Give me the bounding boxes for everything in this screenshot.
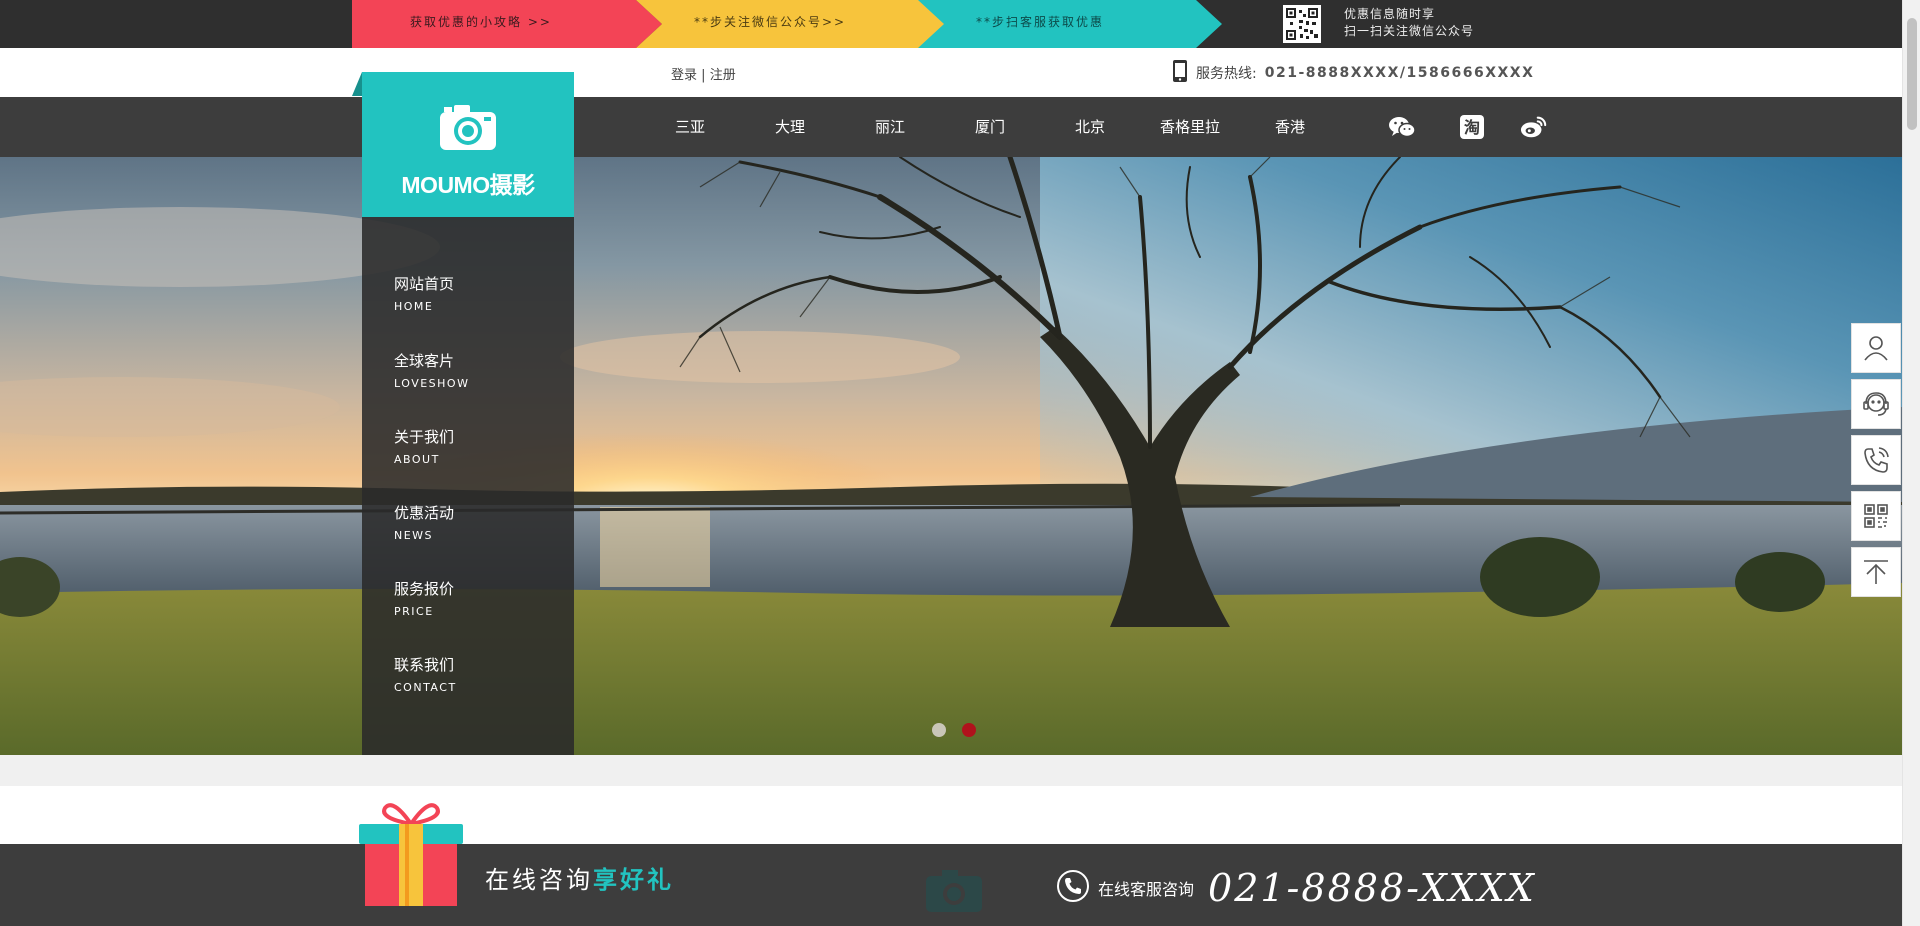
back-to-top-icon[interactable]: [1851, 547, 1901, 597]
menu-item-sublabel: HOME: [394, 300, 434, 313]
promo-tips-label: 获取优惠的小攻略 >>: [410, 15, 552, 29]
auth-separator: |: [701, 68, 706, 83]
promo-follow-label: **步关注微信公众号>>: [694, 15, 847, 29]
gift-icon: [355, 798, 467, 912]
nav-hongkong[interactable]: 香港: [1275, 116, 1305, 137]
hero-landscape-image: [0, 157, 1902, 755]
site-logo[interactable]: MOUMO摄影: [362, 72, 574, 217]
nav-xiamen[interactable]: 厦门: [975, 116, 1005, 137]
register-link[interactable]: 注册: [710, 68, 736, 83]
qrcode-image: [1283, 5, 1321, 43]
promo-tips-link[interactable]: 获取优惠的小攻略 >>: [352, 0, 662, 48]
slider-dot-2[interactable]: [962, 723, 976, 737]
wechat-icon[interactable]: [1388, 113, 1416, 141]
menu-item-label: 优惠活动: [394, 504, 455, 522]
promo-follow-wechat-link[interactable]: **步关注微信公众号>>: [636, 0, 946, 48]
hero-banner: [0, 157, 1902, 755]
slider-dot-1[interactable]: [932, 723, 946, 737]
hotline-number: 021-8888XXXX/1586666XXXX: [1264, 65, 1535, 81]
qrcode-caption-line2: 扫一扫关注微信公众号: [1344, 24, 1475, 38]
menu-item-sublabel: LOVESHOW: [394, 377, 470, 390]
online-service-label: 在线客服咨询: [1098, 880, 1195, 899]
consult-label: 在线咨询: [485, 866, 593, 894]
menu-item-sublabel: PRICE: [394, 605, 434, 618]
menu-item-sublabel: CONTACT: [394, 681, 457, 694]
online-service-number[interactable]: 021-8888-XXXX: [1208, 866, 1536, 910]
online-service: 在线客服咨询 021-8888-XXXX: [1056, 866, 1536, 910]
consult-text: 在线咨询享好礼: [485, 860, 674, 895]
promo-scan-label: **步扫客服获取优惠: [976, 15, 1105, 29]
qrcode-icon[interactable]: [1851, 491, 1901, 541]
promo-scan-service-link[interactable]: **步扫客服获取优惠: [918, 0, 1222, 48]
hotline-label: 服务热线:: [1196, 66, 1257, 82]
svg-text:淘: 淘: [1464, 118, 1480, 137]
camera-logo-icon: [438, 102, 498, 156]
promo-strip: 获取优惠的小攻略 >> **步关注微信公众号>> **步扫客服获取优惠 优惠信息…: [0, 0, 1902, 48]
menu-item-about[interactable]: 关于我们 ABOUT: [394, 426, 454, 466]
menu-item-home[interactable]: 网站首页 HOME: [394, 273, 454, 313]
nav-sanya[interactable]: 三亚: [675, 116, 705, 137]
weibo-icon[interactable]: [1520, 113, 1548, 141]
nav-shangri-la[interactable]: 香格里拉: [1160, 116, 1220, 137]
scrollbar-thumb[interactable]: [1907, 18, 1917, 130]
phone-icon[interactable]: [1851, 435, 1901, 485]
nav-dali[interactable]: 大理: [775, 116, 805, 137]
menu-item-news[interactable]: 优惠活动 NEWS: [394, 502, 454, 542]
menu-item-label: 服务报价: [394, 580, 455, 598]
nav-beijing[interactable]: 北京: [1075, 116, 1105, 137]
customer-service-icon[interactable]: [1851, 379, 1901, 429]
camera-watermark-icon: [924, 866, 984, 918]
logo-text: MOUMO摄影: [401, 172, 535, 198]
consult-highlight: 享好礼: [593, 866, 674, 894]
qrcode-caption-line1: 优惠信息随时享: [1344, 7, 1436, 21]
nav-lijiang[interactable]: 丽江: [875, 116, 905, 137]
page-scrollbar[interactable]: [1902, 0, 1920, 926]
menu-item-sublabel: ABOUT: [394, 453, 440, 466]
menu-item-label: 网站首页: [394, 275, 455, 293]
menu-item-sublabel: NEWS: [394, 529, 434, 542]
content-band: [0, 786, 1902, 844]
main-nav: 三亚 大理 丽江 厦门 北京 香格里拉 香港 淘: [0, 97, 1902, 157]
menu-item-contact[interactable]: 联系我们 CONTACT: [394, 654, 457, 694]
menu-item-label: 联系我们: [394, 656, 455, 674]
menu-item-label: 全球客片: [394, 352, 455, 370]
top-bar: 登录 | 注册 服务热线: 021-8888XXXX/1586666XXXX: [0, 48, 1902, 97]
side-menu: 网站首页 HOME 全球客片 LOVESHOW 关于我们 ABOUT 优惠活动 …: [362, 217, 574, 755]
menu-item-price[interactable]: 服务报价 PRICE: [394, 578, 454, 618]
taobao-icon[interactable]: 淘: [1458, 113, 1486, 141]
mobile-phone-icon: [1172, 59, 1188, 87]
menu-item-loveshow[interactable]: 全球客片 LOVESHOW: [394, 350, 469, 390]
login-link[interactable]: 登录: [671, 68, 697, 83]
phone-circle-icon: [1056, 869, 1090, 907]
qrcode-caption: 优惠信息随时享 扫一扫关注微信公众号: [1344, 6, 1474, 40]
menu-item-label: 关于我们: [394, 428, 455, 446]
user-icon[interactable]: [1851, 323, 1901, 373]
auth-links: 登录 | 注册: [671, 64, 736, 83]
logo-fold-decoration: [352, 72, 362, 96]
hotline: 服务热线: 021-8888XXXX/1586666XXXX: [1172, 60, 1534, 86]
